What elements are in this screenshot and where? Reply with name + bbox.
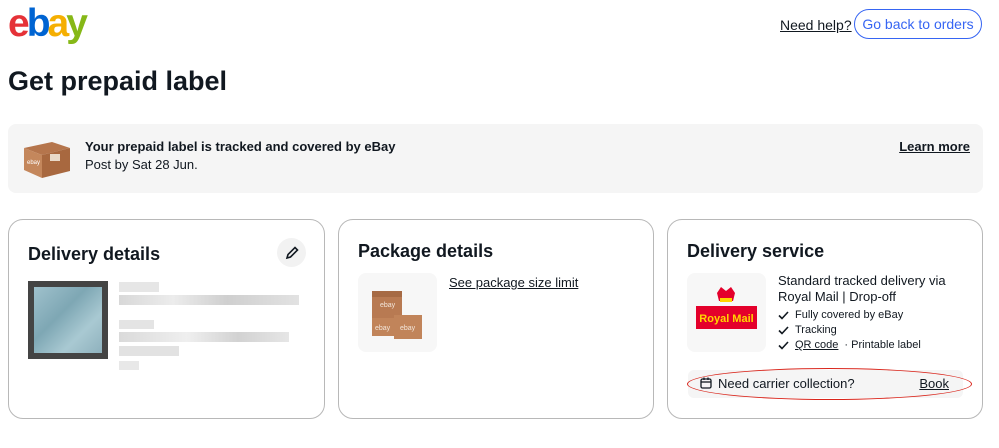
svg-text:ebay: ebay	[27, 160, 40, 166]
redacted-address-line	[119, 332, 289, 342]
redacted-address-line	[119, 320, 154, 329]
pencil-icon	[285, 245, 299, 259]
redacted-address-line	[119, 346, 179, 356]
delivery-service-title: Delivery service	[687, 241, 825, 261]
box-label: ebay	[375, 325, 391, 332]
check-icon	[778, 310, 789, 320]
avatar	[28, 281, 108, 359]
highlight-ellipse	[687, 368, 972, 400]
delivery-details-title: Delivery details	[28, 244, 161, 264]
service-name: Standard tracked delivery via Royal Mail…	[778, 273, 946, 304]
feature-covered: Fully covered by eBay	[778, 309, 903, 321]
logo-letter-b: b	[26, 2, 51, 45]
carrier-logo: Royal Mail	[687, 273, 766, 352]
need-help-link[interactable]: Need help?	[780, 17, 852, 33]
package-boxes-icon: ebay ebay ebay	[372, 291, 422, 339]
box-label: ebay	[400, 325, 416, 332]
royal-mail-logo-icon: Royal Mail	[696, 287, 757, 329]
redacted-address-line	[119, 361, 139, 370]
ebay-box-icon: ebay	[24, 142, 70, 178]
package-details-card: Package details ebay ebay ebay See packa…	[338, 219, 654, 419]
logo-letter-e: e	[8, 2, 30, 45]
logo-letter-y: y	[66, 2, 88, 45]
ebay-logo[interactable]: ebay	[8, 2, 88, 45]
check-icon	[778, 325, 789, 335]
redacted-address-line	[119, 282, 159, 292]
qr-suffix: · Printable label	[844, 339, 921, 351]
edit-delivery-button[interactable]	[277, 238, 306, 267]
box-label: ebay	[380, 302, 396, 309]
package-size-limit-link[interactable]: See package size limit	[449, 275, 578, 290]
go-back-to-orders-button[interactable]: Go back to orders	[854, 9, 982, 39]
feature-label: Tracking	[795, 324, 837, 336]
package-image: ebay ebay ebay	[358, 273, 437, 352]
delivery-details-card: Delivery details	[8, 219, 325, 419]
qr-code-link[interactable]: QR code	[795, 339, 838, 351]
info-banner: ebay Your prepaid label is tracked and c…	[8, 124, 983, 193]
package-details-title: Package details	[358, 241, 494, 261]
redacted-address-line	[119, 295, 299, 305]
banner-subtitle: Post by Sat 28 Jun.	[85, 157, 198, 172]
feature-label: Fully covered by eBay	[795, 309, 904, 321]
logo-letter-a: a	[47, 2, 70, 45]
banner-title: Your prepaid label is tracked and covere…	[85, 139, 396, 154]
page-title: Get prepaid label	[8, 66, 228, 96]
learn-more-link[interactable]: Learn more	[899, 139, 970, 154]
check-icon	[778, 340, 789, 350]
feature-tracking: Tracking	[778, 324, 837, 336]
royal-mail-logo-text: Royal Mail	[699, 313, 753, 325]
feature-qr-code: QR code · Printable label	[778, 339, 921, 351]
